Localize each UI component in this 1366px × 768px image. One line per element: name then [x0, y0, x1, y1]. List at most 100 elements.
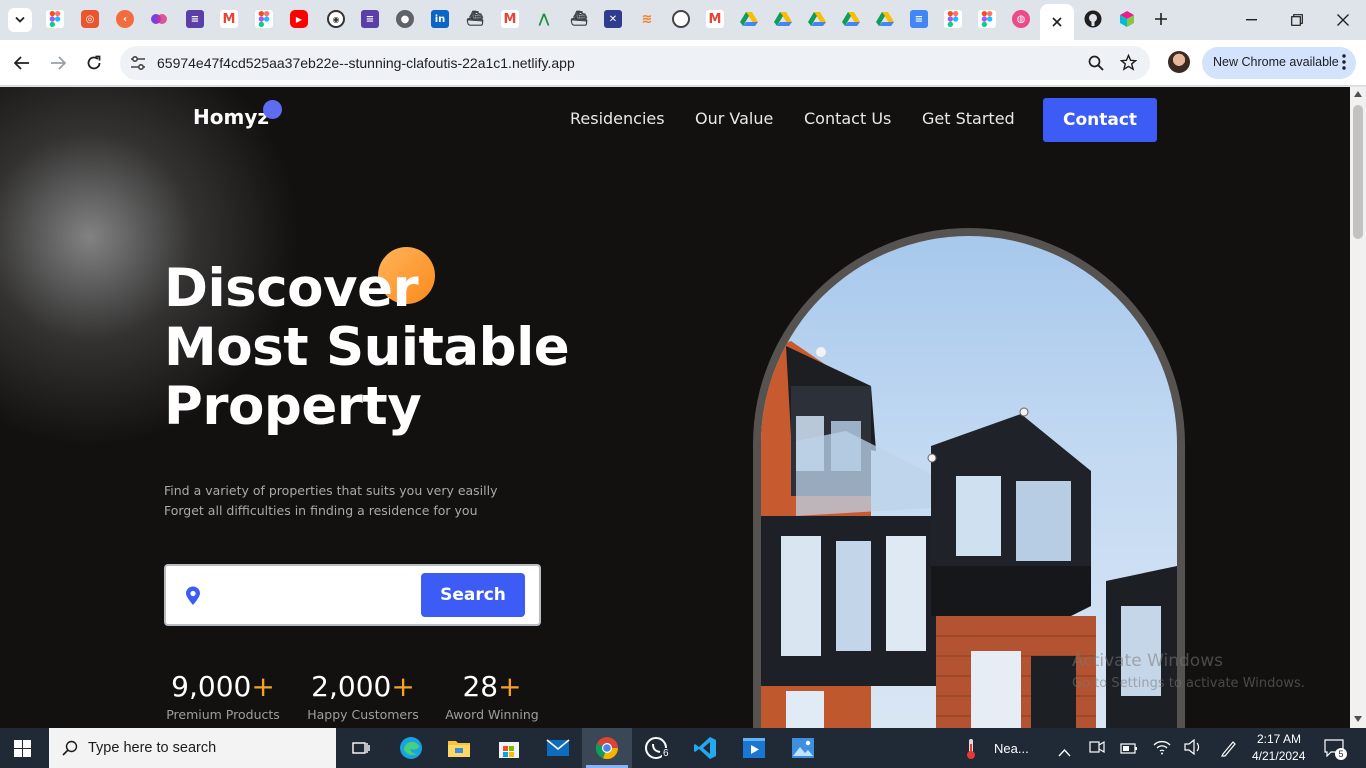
vscode-icon[interactable]: [691, 734, 719, 762]
google-drive-icon[interactable]: [740, 10, 758, 28]
figma-icon[interactable]: [944, 10, 962, 28]
dribbble-icon[interactable]: ◍: [1012, 10, 1030, 28]
nav-residencies[interactable]: Residencies: [570, 109, 665, 128]
search-icon: [62, 740, 78, 756]
edge-icon[interactable]: [397, 734, 425, 762]
windows-taskbar: Type here to search 6 Nea... 2:17 AM 4/2…: [0, 728, 1366, 768]
profile-avatar[interactable]: [1168, 51, 1190, 73]
scroll-thumb[interactable]: [1353, 105, 1363, 239]
search-input[interactable]: [212, 580, 412, 610]
scroll-up-icon[interactable]: [1354, 91, 1362, 97]
reload-icon[interactable]: [81, 50, 107, 76]
forward-icon[interactable]: [45, 50, 71, 76]
show-hidden-icons-icon[interactable]: [1058, 742, 1071, 761]
app-tab-icon[interactable]: ◉: [327, 10, 345, 28]
gmail-icon[interactable]: M: [220, 10, 238, 28]
nav-contact-us[interactable]: Contact Us: [804, 109, 891, 128]
chrome-icon[interactable]: [672, 10, 690, 28]
weather-text[interactable]: Nea...: [994, 741, 1029, 756]
stat-label: Aword Winning: [445, 707, 539, 722]
app-tab-icon[interactable]: ◎: [81, 10, 99, 28]
page-scrollbar[interactable]: [1350, 87, 1366, 728]
hero-subtitle-line: Find a variety of properties that suits …: [164, 483, 498, 498]
url-text[interactable]: 65974e47f4cd525aa37eb22e--stunning-clafo…: [157, 55, 575, 71]
new-chrome-available-button[interactable]: New Chrome available: [1202, 47, 1356, 79]
hero-subtitle: Find a variety of properties that suits …: [164, 481, 498, 521]
clock-time[interactable]: 2:17 AM: [1257, 732, 1301, 746]
google-drive-icon[interactable]: [808, 10, 826, 28]
location-pin-icon: [184, 586, 202, 610]
clock-date[interactable]: 4/21/2024: [1252, 749, 1305, 763]
github-icon[interactable]: [1084, 10, 1102, 28]
volume-icon[interactable]: [1184, 738, 1202, 759]
store-icon[interactable]: [495, 734, 523, 762]
google-drive-icon[interactable]: [876, 10, 894, 28]
forms-icon[interactable]: ≡: [361, 10, 379, 28]
hero-title-line: Property: [164, 376, 422, 437]
app-tab-icon[interactable]: ‹: [116, 10, 134, 28]
gmail-icon[interactable]: M: [501, 10, 519, 28]
google-drive-icon[interactable]: [842, 10, 860, 28]
scroll-down-icon[interactable]: [1354, 716, 1362, 722]
battery-icon[interactable]: [1120, 740, 1138, 759]
weather-icon[interactable]: [965, 738, 977, 764]
figma-icon[interactable]: [978, 10, 996, 28]
app-tab-icon[interactable]: ✕: [604, 10, 622, 28]
stackoverflow-icon[interactable]: ≋: [638, 10, 656, 28]
active-tab[interactable]: [1040, 4, 1074, 40]
hero-subtitle-line: Forget all difficulties in finding a res…: [164, 503, 478, 518]
figma-icon[interactable]: [255, 10, 273, 28]
task-view-icon[interactable]: [347, 734, 375, 762]
app-tab-icon[interactable]: ⋀: [535, 10, 553, 28]
figma-icon[interactable]: [46, 10, 64, 28]
media-app-icon[interactable]: [740, 734, 768, 762]
new-tab-icon[interactable]: [1150, 8, 1172, 30]
address-bar[interactable]: 65974e47f4cd525aa37eb22e--stunning-clafo…: [120, 46, 1150, 80]
stat-premium-products: 9,000+ Premium Products: [164, 670, 282, 722]
windows-start-icon[interactable]: [14, 740, 31, 761]
taskbar-search-box[interactable]: Type here to search: [49, 728, 336, 768]
site-info-icon[interactable]: [130, 55, 146, 75]
pen-workspace-icon[interactable]: [1220, 739, 1238, 761]
chrome-icon[interactable]: [593, 734, 621, 762]
app-tab-icon[interactable]: [150, 10, 168, 28]
tab-search-icon[interactable]: [8, 8, 32, 32]
bookmark-star-icon[interactable]: [1119, 53, 1138, 75]
hero-title-line: Most Suitable: [164, 317, 570, 378]
menu-kebab-icon[interactable]: [1342, 54, 1346, 74]
globe-icon[interactable]: ●: [396, 10, 414, 28]
stat-label: Happy Customers: [307, 707, 419, 722]
hero-title: Discover Most Suitable Property: [164, 259, 570, 437]
app-tab-icon[interactable]: ⛴: [570, 10, 588, 28]
nav-get-started[interactable]: Get Started: [922, 109, 1015, 128]
file-explorer-icon[interactable]: [445, 734, 473, 762]
app-tab-icon[interactable]: [1118, 10, 1136, 28]
google-docs-icon[interactable]: ≡: [910, 10, 928, 28]
google-drive-icon[interactable]: [774, 10, 792, 28]
back-icon[interactable]: [9, 50, 35, 76]
site-logo[interactable]: Homyz: [193, 105, 269, 129]
nav-our-value[interactable]: Our Value: [695, 109, 773, 128]
window-close-icon[interactable]: [1331, 8, 1355, 32]
restore-icon[interactable]: [1285, 8, 1309, 32]
gmail-icon[interactable]: M: [706, 10, 724, 28]
update-label: New Chrome available: [1213, 55, 1339, 69]
search-button[interactable]: Search: [421, 573, 525, 617]
location-search-bar: Search: [164, 564, 541, 626]
meet-now-icon[interactable]: [1089, 739, 1105, 759]
activate-windows-subtitle: Go to Settings to activate Windows.: [1072, 676, 1305, 691]
photos-icon[interactable]: [789, 734, 817, 762]
minimize-icon[interactable]: [1239, 8, 1263, 32]
linkedin-icon[interactable]: in: [431, 10, 449, 28]
stat-award-winning: 28+ Aword Winning: [443, 670, 541, 722]
taskbar-search-placeholder: Type here to search: [88, 740, 217, 756]
close-icon[interactable]: [1052, 17, 1062, 27]
screen: ◎ ‹ ≡ M ▶ ◉ ≡ ● in ⛴ M ⋀ ⛴ ✕ ≋ M ≡ ◍ 659…: [0, 0, 1366, 768]
app-tab-icon[interactable]: ⛴: [466, 10, 484, 28]
youtube-icon[interactable]: ▶: [290, 10, 308, 28]
contact-button[interactable]: Contact: [1043, 98, 1157, 142]
wifi-icon[interactable]: [1153, 739, 1171, 759]
mail-icon[interactable]: [544, 734, 572, 762]
forms-icon[interactable]: ≡: [186, 10, 204, 28]
zoom-icon[interactable]: [1088, 55, 1104, 75]
